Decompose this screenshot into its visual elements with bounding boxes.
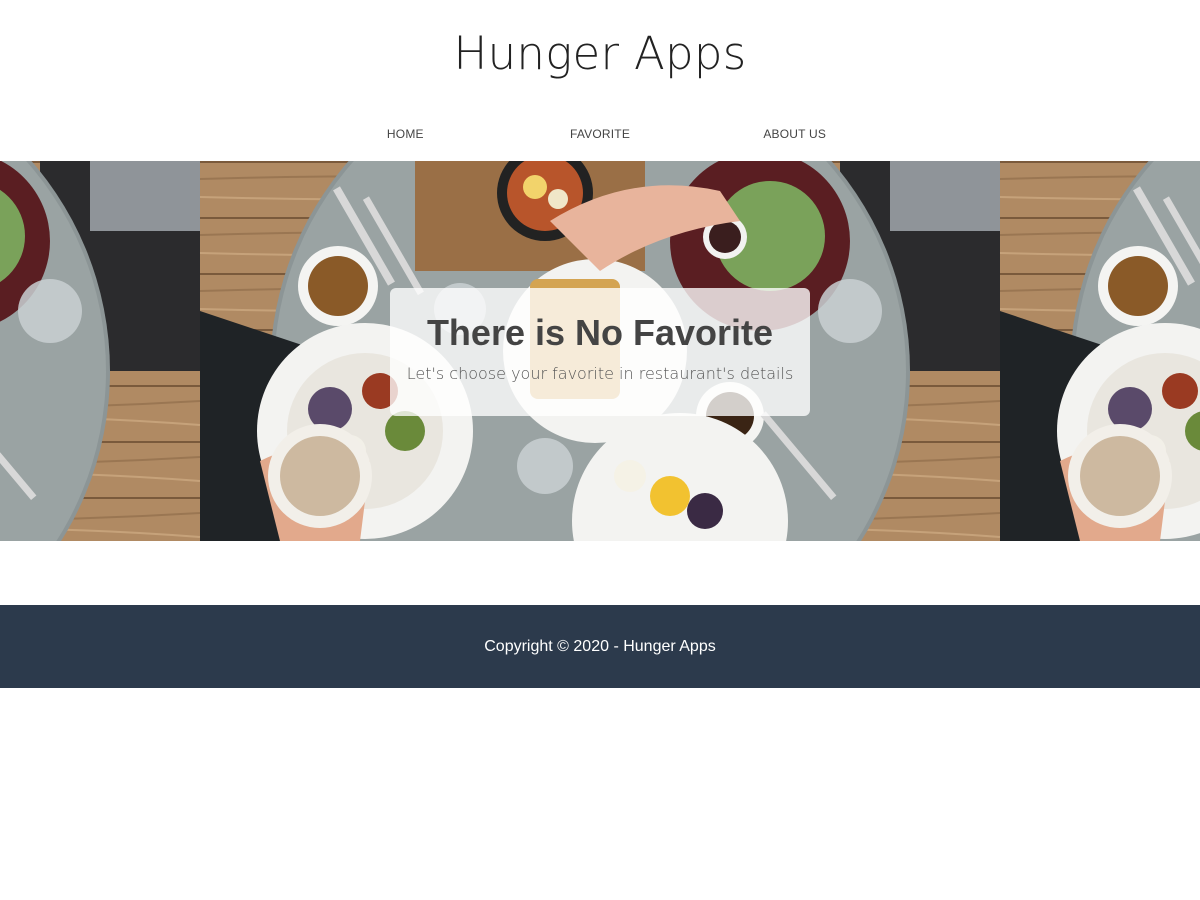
hero-section: There is No Favorite Let's choose your f…	[0, 161, 1200, 541]
app-title: Hunger Apps	[453, 27, 747, 80]
app-header: Hunger Apps HOME FAVORITE ABOUT US	[0, 0, 1200, 161]
main-nav: HOME FAVORITE ABOUT US	[308, 118, 892, 150]
empty-state-subtitle: Let's choose your favorite in restaurant…	[406, 364, 794, 383]
empty-favorite-card: There is No Favorite Let's choose your f…	[390, 288, 810, 416]
breakfast-table-image	[0, 161, 200, 541]
nav-item-home[interactable]: HOME	[308, 118, 503, 150]
breakfast-table-image	[1000, 161, 1200, 541]
empty-state-title: There is No Favorite	[426, 312, 774, 353]
nav-item-favorite[interactable]: FAVORITE	[503, 118, 698, 150]
copyright-text: Copyright © 2020 - Hunger Apps	[484, 638, 716, 655]
hero-image-tile-left	[0, 161, 200, 541]
nav-item-about-us[interactable]: ABOUT US	[697, 118, 892, 150]
site-footer: Copyright © 2020 - Hunger Apps	[0, 605, 1200, 688]
hero-image-tile-right	[1000, 161, 1200, 541]
